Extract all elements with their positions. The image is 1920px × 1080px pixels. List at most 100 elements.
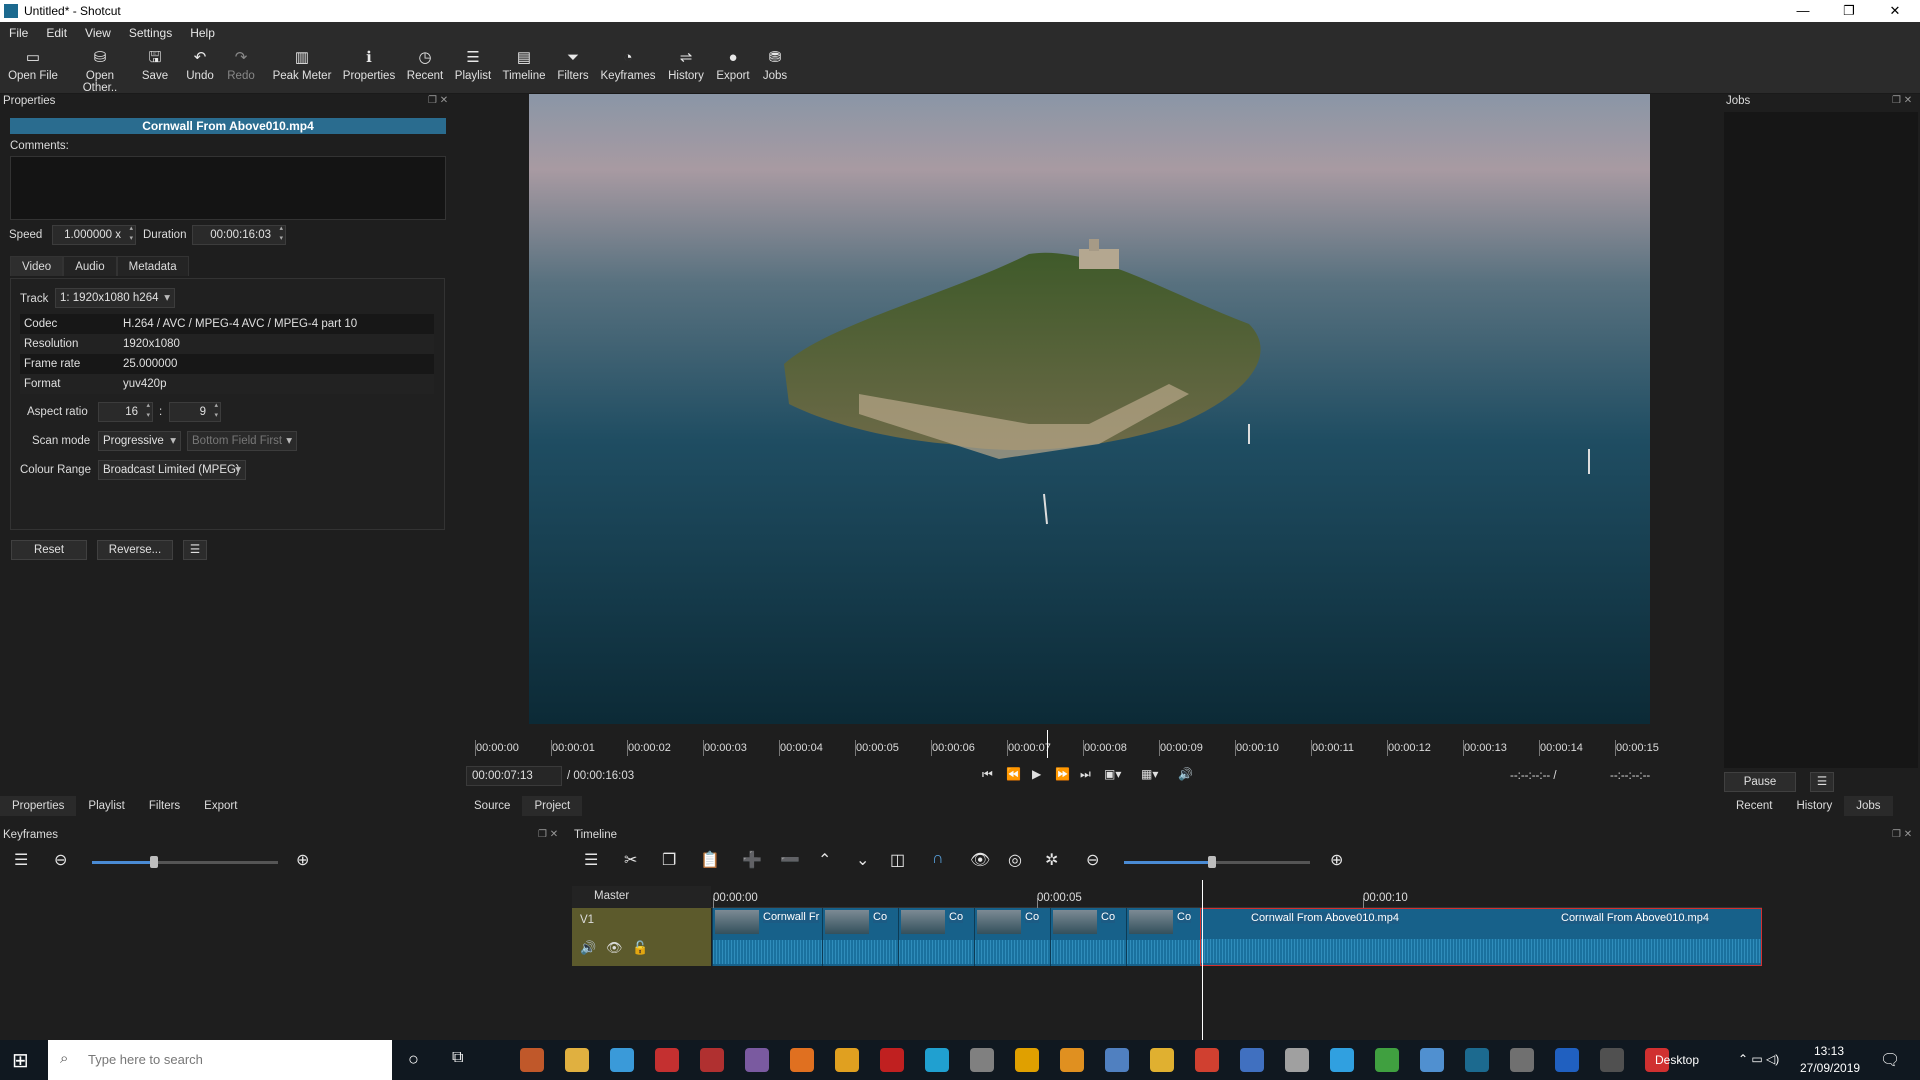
- taskbar-app-icon[interactable]: [1420, 1048, 1444, 1072]
- rewind-icon[interactable]: ⏪: [1006, 767, 1021, 781]
- remove-icon[interactable]: ➖: [780, 850, 800, 870]
- track-select[interactable]: 1: 1920x1080 h264: [55, 288, 175, 308]
- tray-icons[interactable]: ⌃ ▭ ◁): [1738, 1052, 1779, 1066]
- track-header-v1[interactable]: V1 🔊 👁 🔓: [572, 908, 711, 966]
- timeline-clip[interactable]: Co: [1050, 908, 1126, 966]
- filters-button[interactable]: ⏷ Filters: [556, 48, 590, 82]
- tab-video[interactable]: Video: [10, 256, 64, 276]
- snap-icon[interactable]: ∩: [932, 850, 944, 868]
- clock-date[interactable]: 27/09/2019: [1800, 1061, 1860, 1075]
- taskbar-search-input[interactable]: ⌕ Type here to search: [48, 1040, 392, 1080]
- timeline-clip[interactable]: Co: [822, 908, 898, 966]
- task-view-icon[interactable]: ⧉: [452, 1049, 463, 1067]
- timeline-zoom-out-icon[interactable]: ⊖: [1086, 850, 1099, 870]
- taskbar-app-icon[interactable]: [880, 1048, 904, 1072]
- scan-mode-select[interactable]: Progressive: [98, 431, 181, 451]
- keyframes-float-icon[interactable]: ❐ ✕: [538, 829, 558, 840]
- taskbar-app-icon[interactable]: [925, 1048, 949, 1072]
- tab-recent[interactable]: Recent: [1724, 796, 1784, 816]
- history-button[interactable]: ⇌ History: [665, 48, 707, 82]
- aspect-width-spinbox[interactable]: 16: [98, 401, 153, 422]
- taskbar-app-icon[interactable]: [970, 1048, 994, 1072]
- hide-icon[interactable]: 👁: [606, 940, 623, 956]
- zoom-fit-icon[interactable]: ▣▾: [1104, 767, 1121, 781]
- speed-spinbox[interactable]: 1.000000 x: [52, 224, 136, 245]
- pause-button[interactable]: Pause: [1724, 772, 1796, 792]
- peak-meter-button[interactable]: ▥ Peak Meter: [272, 48, 332, 82]
- taskbar-app-icon[interactable]: [1195, 1048, 1219, 1072]
- open-file-button[interactable]: ▭ Open File: [8, 48, 58, 82]
- timeline-zoom-slider[interactable]: [1124, 856, 1310, 868]
- open-other-button[interactable]: ⛁ Open Other..: [68, 48, 132, 94]
- scrub-icon[interactable]: 👁: [970, 850, 990, 870]
- taskbar-app-icon[interactable]: [1375, 1048, 1399, 1072]
- zoom-out-icon[interactable]: ⊖: [54, 850, 67, 870]
- maximize-button[interactable]: ❐: [1826, 0, 1872, 22]
- timeline-clip-selected[interactable]: Cornwall From Above010.mp4 Cornwall From …: [1200, 908, 1762, 966]
- timeline-button[interactable]: ▤ Timeline: [502, 48, 546, 82]
- video-preview[interactable]: [529, 94, 1650, 724]
- close-button[interactable]: ✕: [1872, 0, 1918, 22]
- taskbar-app-icon[interactable]: [790, 1048, 814, 1072]
- menu-file[interactable]: File: [0, 26, 37, 40]
- taskbar-app-icon[interactable]: [1555, 1048, 1579, 1072]
- jobs-button[interactable]: ⛃ Jobs: [760, 48, 790, 82]
- save-button[interactable]: 🖫 Save: [140, 48, 170, 82]
- ripple-icon[interactable]: ◎: [1008, 850, 1022, 870]
- start-icon[interactable]: ⊞: [12, 1048, 29, 1073]
- taskbar-app-icon[interactable]: [1330, 1048, 1354, 1072]
- redo-button[interactable]: ↷ Redo: [226, 48, 256, 82]
- keyframes-button[interactable]: ◔ Keyframes: [600, 48, 656, 82]
- taskbar-app-icon[interactable]: [1060, 1048, 1084, 1072]
- ripple-all-icon[interactable]: ✲: [1045, 850, 1058, 870]
- taskbar-app-icon[interactable]: [1015, 1048, 1039, 1072]
- master-track-header[interactable]: Master: [572, 886, 711, 908]
- tab-export[interactable]: Export: [192, 796, 249, 816]
- undo-button[interactable]: ↶ Undo: [185, 48, 215, 82]
- taskbar-app-icon[interactable]: [1240, 1048, 1264, 1072]
- lift-icon[interactable]: ⌃: [818, 850, 831, 870]
- tab-properties[interactable]: Properties: [0, 796, 77, 816]
- duration-spinbox[interactable]: 00:00:16:03: [192, 224, 286, 245]
- taskbar-app-icon[interactable]: [610, 1048, 634, 1072]
- timeline-clip[interactable]: Co: [1126, 908, 1200, 966]
- taskbar-app-icon[interactable]: [1465, 1048, 1489, 1072]
- taskbar-app-icon[interactable]: [1105, 1048, 1129, 1072]
- taskbar-app-icon[interactable]: [1285, 1048, 1309, 1072]
- cut-icon[interactable]: ✂: [624, 850, 637, 870]
- taskbar-app-icon[interactable]: [700, 1048, 724, 1072]
- comments-input[interactable]: [10, 156, 446, 220]
- copy-icon[interactable]: ❐: [662, 850, 676, 870]
- properties-button[interactable]: ℹ Properties: [342, 48, 396, 82]
- export-button[interactable]: ● Export: [715, 48, 751, 82]
- jobs-float-icon[interactable]: ❐ ✕: [1892, 95, 1912, 106]
- timeline-playhead[interactable]: [1202, 880, 1203, 1040]
- notifications-icon[interactable]: 🗨: [1880, 1050, 1900, 1070]
- clock-time[interactable]: 13:13: [1814, 1044, 1844, 1058]
- taskbar-app-icon[interactable]: [520, 1048, 544, 1072]
- mute-icon[interactable]: 🔊: [580, 940, 596, 956]
- taskbar-app-icon[interactable]: [565, 1048, 589, 1072]
- minimize-button[interactable]: —: [1780, 0, 1826, 22]
- split-icon[interactable]: ◫: [890, 850, 905, 870]
- skip-previous-icon[interactable]: ⏮: [982, 767, 993, 782]
- taskbar-app-icon[interactable]: [835, 1048, 859, 1072]
- player-playhead[interactable]: [1047, 730, 1048, 758]
- menu-view[interactable]: View: [76, 26, 120, 40]
- taskbar-app-icon[interactable]: [1600, 1048, 1624, 1072]
- skip-next-icon[interactable]: ⏭: [1080, 767, 1091, 782]
- reset-button[interactable]: Reset: [11, 540, 87, 560]
- grid-icon[interactable]: ▦▾: [1141, 767, 1158, 781]
- properties-menu-button[interactable]: ☰: [183, 540, 207, 560]
- taskbar-app-icon[interactable]: [745, 1048, 769, 1072]
- overwrite-icon[interactable]: ⌄: [856, 850, 869, 870]
- field-order-select[interactable]: Bottom Field First: [187, 431, 297, 451]
- timeline-zoom-in-icon[interactable]: ⊕: [1330, 850, 1343, 870]
- tab-jobs[interactable]: Jobs: [1844, 796, 1893, 816]
- timeline-menu-icon[interactable]: ☰: [584, 850, 598, 870]
- keyframes-zoom-slider[interactable]: [92, 856, 278, 868]
- timeline-ruler[interactable]: 00:00:00 00:00:05 00:00:10: [711, 886, 1762, 908]
- zoom-in-icon[interactable]: ⊕: [296, 850, 309, 870]
- reverse-button[interactable]: Reverse...: [97, 540, 173, 560]
- recent-button[interactable]: ◷ Recent: [406, 48, 444, 82]
